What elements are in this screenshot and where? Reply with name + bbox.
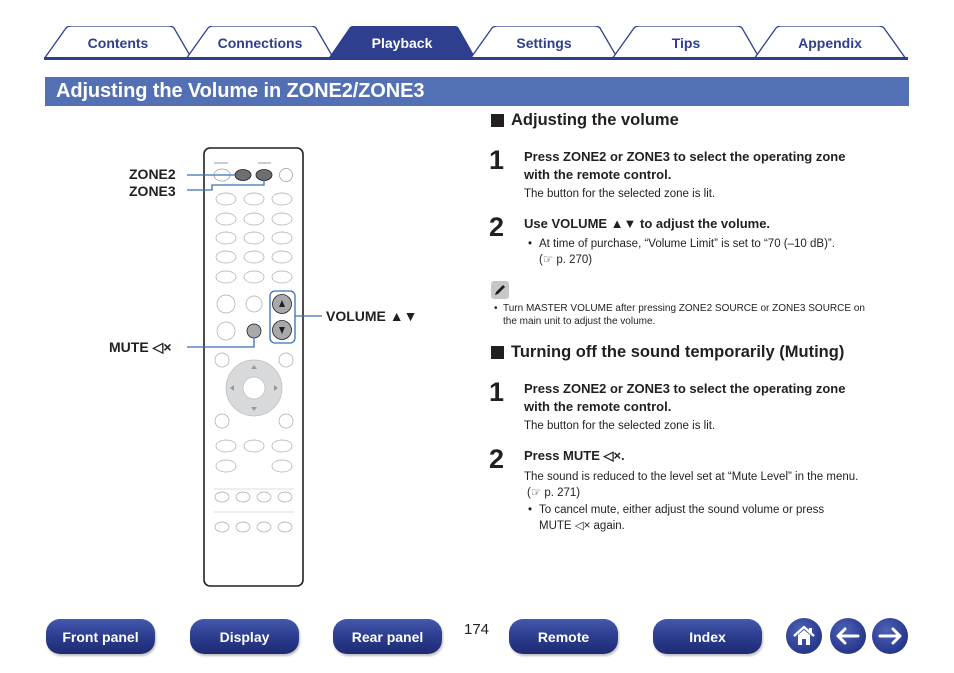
bullet-text: At time of purchase, “Volume Limit” is s… bbox=[539, 238, 835, 250]
callout-volume: VOLUME ▲▼ bbox=[326, 308, 418, 324]
step-title: Press ZONE2 or ZONE3 to select the opera… bbox=[524, 148, 845, 184]
remote-button-zone3 bbox=[255, 169, 273, 181]
tab-label: Tips bbox=[671, 35, 701, 51]
remote-button[interactable]: Remote bbox=[509, 619, 618, 654]
bullet-text: To cancel mute, either adjust the sound … bbox=[539, 504, 825, 516]
bullet-text: MUTE ◁× again. bbox=[539, 520, 625, 532]
index-button[interactable]: Index bbox=[653, 619, 762, 654]
square-bullet-icon bbox=[491, 114, 504, 127]
step-number: 2 bbox=[489, 212, 505, 242]
remote-button-option bbox=[278, 352, 294, 368]
front-panel-button[interactable]: Front panel bbox=[46, 619, 155, 654]
page-number: 174 bbox=[464, 621, 490, 638]
step-text: The button for the selected zone is lit. bbox=[524, 188, 716, 200]
section-heading-text: Adjusting the volume bbox=[511, 111, 679, 129]
page-reference-link[interactable]: (☞ p. 271) bbox=[524, 485, 858, 501]
section-heading-adjusting-volume: Adjusting the volume bbox=[491, 111, 679, 130]
back-arrow-icon bbox=[836, 627, 860, 645]
callout-zone3: ZONE3 bbox=[129, 183, 176, 199]
remote-button-info bbox=[214, 352, 230, 368]
home-icon bbox=[793, 625, 815, 645]
section-heading-muting: Turning off the sound temporarily (Mutin… bbox=[491, 343, 844, 362]
remote-button-eco bbox=[245, 295, 263, 313]
rear-panel-button[interactable]: Rear panel bbox=[333, 619, 442, 654]
step-title-line: Press ZONE2 or ZONE3 to select the opera… bbox=[524, 381, 846, 396]
tab-label: Connections bbox=[217, 35, 303, 51]
step-text: The button for the selected zone is lit. bbox=[524, 420, 716, 432]
square-bullet-icon bbox=[491, 346, 504, 359]
tab-label: Settings bbox=[516, 35, 572, 51]
step-title-line: Press ZONE2 or ZONE3 to select the opera… bbox=[524, 149, 846, 164]
home-button[interactable] bbox=[786, 618, 822, 654]
pencil-note-icon bbox=[491, 281, 509, 299]
step-text-line: The sound is reduced to the level set at… bbox=[524, 471, 859, 483]
remote-button-mute bbox=[246, 323, 262, 339]
page-reference-link[interactable]: (☞ p. 270) bbox=[539, 252, 835, 268]
forward-button[interactable] bbox=[872, 618, 908, 654]
step-title-line: with the remote control. bbox=[524, 399, 672, 414]
step-number: 1 bbox=[489, 377, 505, 407]
remote-button-setup bbox=[278, 413, 294, 429]
note-line: the main unit to adjust the volume. bbox=[503, 316, 656, 327]
remote-svg bbox=[187, 147, 322, 587]
tab-label: Appendix bbox=[798, 35, 862, 51]
step-title-line: with the remote control. bbox=[524, 167, 672, 182]
display-button[interactable]: Display bbox=[190, 619, 299, 654]
forward-arrow-icon bbox=[878, 627, 902, 645]
step-title: Press MUTE ◁×. bbox=[524, 448, 625, 463]
callout-mute: MUTE ◁× bbox=[109, 339, 172, 355]
remote-button-power bbox=[279, 168, 293, 182]
tab-label: Contents bbox=[87, 35, 149, 51]
remote-button-ch-down bbox=[216, 321, 236, 341]
bullet-item: At time of purchase, “Volume Limit” is s… bbox=[528, 236, 835, 268]
remote-button-back bbox=[214, 413, 230, 429]
remote-button-zone2 bbox=[234, 169, 252, 181]
step-number: 2 bbox=[489, 444, 505, 474]
step-title: Press ZONE2 or ZONE3 to select the opera… bbox=[524, 380, 845, 416]
step-number: 1 bbox=[489, 145, 505, 175]
step-text: The sound is reduced to the level set at… bbox=[524, 469, 858, 501]
step-title: Use VOLUME ▲▼ to adjust the volume. bbox=[524, 216, 771, 231]
tab-label: Playback bbox=[371, 35, 433, 51]
remote-button-ch-up bbox=[216, 294, 236, 314]
back-button[interactable] bbox=[830, 618, 866, 654]
note-text: Turn MASTER VOLUME after pressing ZONE2 … bbox=[494, 302, 865, 328]
section-heading-text: Turning off the sound temporarily (Mutin… bbox=[511, 343, 845, 361]
callout-zone2: ZONE2 bbox=[129, 166, 176, 182]
bullet-item: To cancel mute, either adjust the sound … bbox=[528, 502, 825, 534]
remote-button-enter bbox=[242, 376, 266, 400]
note-line: Turn MASTER VOLUME after pressing ZONE2 … bbox=[503, 303, 865, 314]
